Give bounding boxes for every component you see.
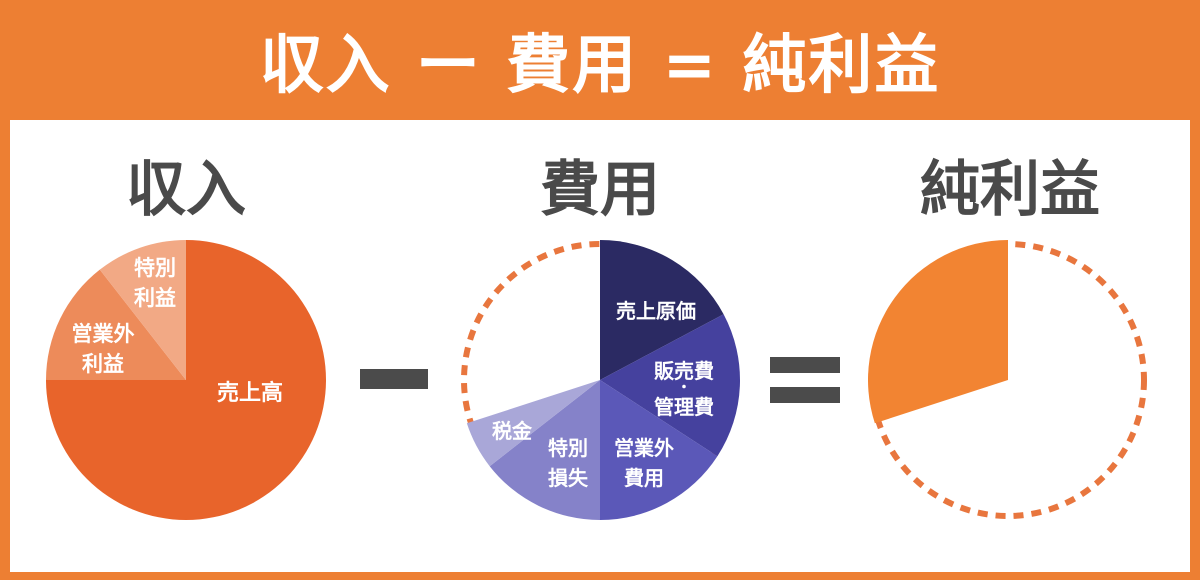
expense-tax-label: 税金 (492, 419, 533, 443)
net-profit-pie (867, 240, 1147, 519)
expense-pie: 売上原価 販売費 ・ 管理費 営業外 費用 特別 損失 税金 (461, 240, 740, 520)
minus-operator (360, 369, 428, 389)
expense-sga-label-line3: 管理費 (654, 395, 714, 419)
income-nonop-label-line2: 利益 (82, 352, 124, 376)
income-sales-label: 売上高 (217, 380, 283, 406)
expense-nonop-label-line1: 営業外 (614, 436, 674, 460)
equals-operator-bottom (770, 387, 840, 403)
equation-diagram: 売上高 営業外 利益 特別 利益 売上原価 販売費 ・ 管理費 営業外 費用 特… (46, 240, 1147, 520)
expense-nonop-label-line2: 費用 (624, 466, 664, 490)
expense-special-label-line1: 特別 (548, 436, 588, 460)
income-nonop-label-line1: 営業外 (72, 322, 135, 346)
expense-cogs-label: 売上原価 (616, 299, 696, 323)
expense-special-label-line2: 損失 (548, 466, 589, 490)
income-special-label-line1: 特別 (134, 256, 176, 280)
equals-operator-top (770, 357, 840, 373)
expense-sga-label-line2: ・ (677, 380, 691, 396)
page: 収入 ー 費用 = 純利益 収入 費用 純利益 売上高 営業外 利益 特別 利益… (0, 0, 1200, 580)
net-profit-slice (867, 240, 1008, 424)
income-special-label-line2: 利益 (134, 286, 176, 310)
income-pie: 売上高 営業外 利益 特別 利益 (46, 240, 326, 520)
